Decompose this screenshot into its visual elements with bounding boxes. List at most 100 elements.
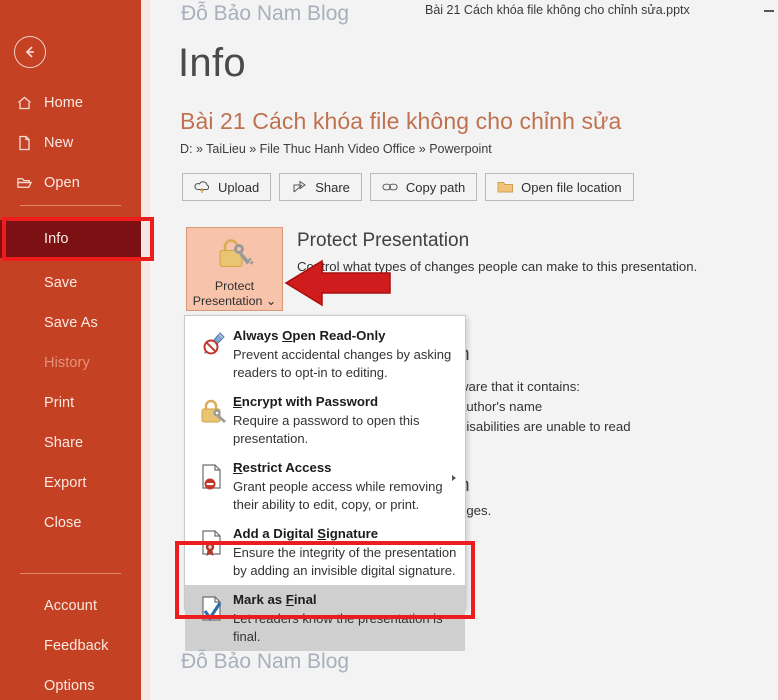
menu-item-desc-line1: Prevent accidental changes by asking — [233, 347, 452, 362]
minimize-button[interactable] — [764, 10, 774, 12]
sidebar-divider-bottom — [20, 573, 121, 574]
home-icon — [16, 95, 33, 112]
sidebar-item-info[interactable]: Info — [0, 220, 141, 258]
menu-item-desc-line2: readers to opt-in to editing. — [233, 365, 388, 380]
menu-item-title: Encrypt with Password — [233, 394, 379, 409]
lock-key-icon — [214, 236, 256, 275]
back-button[interactable] — [14, 36, 46, 68]
folder-icon — [497, 180, 514, 195]
sidebar-item-label: Info — [44, 231, 69, 247]
sidebar-item-label: Save — [44, 275, 78, 291]
button-label: Copy path — [405, 179, 466, 195]
document-seal-icon — [193, 525, 233, 579]
protect-tile-label: Protect Presentation ⌄ — [193, 279, 276, 309]
sidebar-item-open[interactable]: Open — [0, 164, 141, 202]
menu-item-always-open-read-only[interactable]: Always Open Read-Only Prevent accidental… — [185, 321, 465, 387]
button-label: Upload — [218, 179, 260, 195]
sidebar-item-label: Share — [44, 435, 84, 451]
page-title: Info — [178, 41, 246, 85]
menu-item-text: Encrypt with Password Require a password… — [233, 393, 459, 447]
menu-item-desc-line1: Grant people access while removing — [233, 479, 443, 494]
open-file-location-button[interactable]: Open file location — [485, 173, 634, 201]
sidebar-item-label: Save As — [44, 315, 98, 331]
sidebar-item-label: Open — [44, 175, 80, 191]
menu-item-desc-line2: presentation. — [233, 431, 309, 446]
sidebar-item-export[interactable]: Export — [0, 464, 141, 502]
cloud-upload-icon — [194, 180, 211, 195]
sidebar-item-label: Feedback — [44, 638, 109, 654]
menu-item-title: Add a Digital Signature — [233, 526, 379, 541]
document-restricted-icon — [193, 459, 233, 513]
sidebar-item-save-as[interactable]: Save As — [0, 304, 141, 342]
sidebar-item-label: History — [44, 355, 90, 371]
powerpoint-backstage-info-screen: Home New Open Info Save Save As History … — [0, 0, 778, 700]
menu-item-desc-line2: by adding an invisible digital signature… — [233, 563, 456, 578]
new-document-icon — [16, 135, 33, 152]
sidebar-item-label: Print — [44, 395, 75, 411]
sidebar-item-account[interactable]: Account — [0, 587, 141, 625]
protect-tile-line1: Protect — [214, 279, 255, 293]
protect-presentation-heading: Protect Presentation — [297, 230, 470, 251]
sidebar-item-feedback[interactable]: Feedback — [0, 627, 141, 665]
sidebar-item-label: New — [44, 135, 74, 151]
open-folder-icon — [16, 175, 33, 192]
inspect-line-2: author's name — [459, 399, 543, 414]
annotation-arrow — [284, 259, 391, 307]
chevron-down-icon: ⌄ — [265, 294, 277, 308]
file-actions-toolbar: Upload Share Copy path Open file locatio… — [182, 173, 634, 201]
submenu-chevron-right-icon — [452, 475, 456, 481]
document-title: Bài 21 Cách khóa file không cho chỉnh sử… — [425, 3, 690, 17]
sidebar-item-new[interactable]: New — [0, 124, 141, 162]
sidebar-divider-top — [20, 205, 121, 206]
share-arrow-icon — [291, 180, 308, 195]
menu-item-desc-line2: their ability to edit, copy, or print. — [233, 497, 420, 512]
sidebar-edge-strip — [141, 0, 150, 700]
button-label: Open file location — [521, 179, 622, 195]
sidebar-item-options[interactable]: Options — [0, 667, 141, 700]
upload-button[interactable]: Upload — [182, 173, 272, 201]
button-label: Share — [315, 179, 350, 195]
sidebar-item-label: Account — [44, 598, 98, 614]
sidebar-item-label: Export — [44, 475, 87, 491]
sidebar-item-label: Home — [44, 95, 84, 111]
share-button[interactable]: Share — [279, 173, 362, 201]
menu-item-restrict-access[interactable]: Restrict Access Grant people access whil… — [185, 453, 465, 519]
sidebar-item-share[interactable]: Share — [0, 424, 141, 462]
breadcrumb: D: » TaiLieu » File Thuc Hanh Video Offi… — [180, 142, 492, 156]
sidebar-item-label: Options — [44, 678, 95, 694]
sidebar-item-print[interactable]: Print — [0, 384, 141, 422]
menu-item-text: Always Open Read-Only Prevent accidental… — [233, 327, 459, 381]
inspect-line-3: disabilities are unable to read — [459, 419, 631, 434]
protect-presentation-menu: Always Open Read-Only Prevent accidental… — [184, 315, 466, 651]
link-icon — [382, 180, 399, 195]
menu-item-text: Mark as Final Let readers know the prese… — [233, 591, 459, 645]
menu-item-desc-line1: Let readers know the presentation is — [233, 611, 443, 626]
menu-item-encrypt-with-password[interactable]: Encrypt with Password Require a password… — [185, 387, 465, 453]
menu-item-text: Add a Digital Signature Ensure the integ… — [233, 525, 459, 579]
back-arrow-icon — [25, 46, 34, 58]
menu-item-text: Restrict Access Grant people access whil… — [233, 459, 459, 513]
menu-item-desc-line1: Ensure the integrity of the presentation — [233, 545, 457, 560]
document-check-icon — [193, 591, 233, 645]
menu-item-desc-line2: final. — [233, 629, 261, 644]
file-title: Bài 21 Cách khóa file không cho chỉnh sử… — [180, 108, 622, 134]
sidebar-item-label: Close — [44, 515, 82, 531]
copy-path-button[interactable]: Copy path — [369, 173, 478, 201]
inspect-line-1: ware that it contains: — [459, 379, 580, 394]
menu-item-mark-as-final[interactable]: Mark as Final Let readers know the prese… — [185, 585, 465, 651]
menu-item-desc-line1: Require a password to open this — [233, 413, 420, 428]
sidebar-item-history: History — [0, 344, 141, 382]
sidebar-item-save[interactable]: Save — [0, 264, 141, 302]
menu-item-title: Restrict Access — [233, 460, 332, 475]
watermark-top: Đỗ Bảo Nam Blog — [181, 2, 350, 25]
protect-tile-line2: Presentation — [192, 294, 263, 308]
sidebar-item-home[interactable]: Home — [0, 84, 141, 122]
padlock-key-icon — [193, 393, 233, 447]
pencil-blocked-icon — [193, 327, 233, 381]
protect-presentation-button[interactable]: Protect Presentation ⌄ — [186, 227, 283, 311]
sidebar-item-close[interactable]: Close — [0, 504, 141, 542]
menu-item-title: Mark as Final — [233, 592, 317, 607]
menu-item-add-digital-signature[interactable]: Add a Digital Signature Ensure the integ… — [185, 519, 465, 585]
menu-item-title: Always Open Read-Only — [233, 328, 386, 343]
watermark-bottom: Đỗ Bảo Nam Blog — [181, 650, 350, 673]
